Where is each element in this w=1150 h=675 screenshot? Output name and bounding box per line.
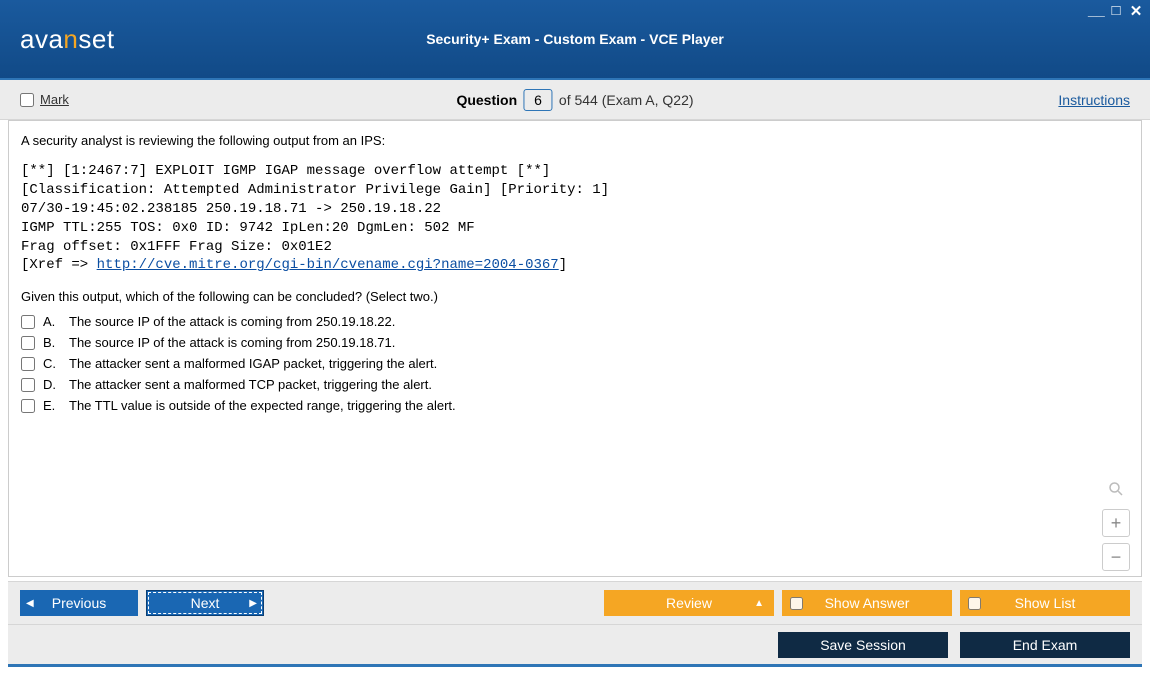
- zoom-in-button[interactable]: +: [1102, 509, 1130, 537]
- question-number: 6: [523, 89, 553, 111]
- option-checkbox[interactable]: [21, 399, 35, 413]
- zoom-search-icon[interactable]: [1102, 475, 1130, 503]
- nav-toolbar: ◀ Previous Next ▶ Review ▲ Show Answer S…: [8, 581, 1142, 625]
- question-label: Question: [456, 92, 517, 108]
- ips-line: [Classification: Attempted Administrator…: [21, 182, 609, 198]
- xref-suffix: ]: [559, 257, 567, 273]
- session-toolbar: Save Session End Exam: [8, 625, 1142, 667]
- review-button[interactable]: Review ▲: [604, 590, 774, 616]
- ips-line: [**] [1:2467:7] EXPLOIT IGMP IGAP messag…: [21, 163, 550, 179]
- option-letter: A.: [43, 314, 61, 329]
- option-letter: E.: [43, 398, 61, 413]
- mark-checkbox[interactable]: [20, 93, 34, 107]
- mark-label[interactable]: Mark: [40, 92, 69, 107]
- show-list-label: Show List: [1015, 595, 1076, 611]
- save-session-button[interactable]: Save Session: [778, 632, 948, 658]
- show-answer-button[interactable]: Show Answer: [782, 590, 952, 616]
- minimize-icon[interactable]: __: [1088, 2, 1104, 20]
- ips-line: Frag offset: 0x1FFF Frag Size: 0x01E2: [21, 239, 332, 255]
- maximize-icon[interactable]: □: [1108, 2, 1124, 20]
- option-checkbox[interactable]: [21, 315, 35, 329]
- title-bar: avanset Security+ Exam - Custom Exam - V…: [0, 0, 1150, 78]
- option-text: The source IP of the attack is coming fr…: [69, 314, 395, 329]
- question-header: Mark Question 6 of 544 (Exam A, Q22) Ins…: [0, 78, 1150, 120]
- question-follow: Given this output, which of the followin…: [21, 289, 1129, 304]
- instructions-link[interactable]: Instructions: [1058, 92, 1130, 108]
- xref-link[interactable]: http://cve.mitre.org/cgi-bin/cvename.cgi…: [97, 257, 559, 273]
- option-text: The source IP of the attack is coming fr…: [69, 335, 395, 350]
- review-label: Review: [666, 595, 712, 611]
- question-indicator: Question 6 of 544 (Exam A, Q22): [456, 89, 693, 111]
- option-letter: C.: [43, 356, 61, 371]
- logo-n: n: [63, 24, 78, 54]
- ips-line: 07/30-19:45:02.238185 250.19.18.71 -> 25…: [21, 201, 441, 217]
- option-checkbox[interactable]: [21, 357, 35, 371]
- logo-pre: ava: [20, 24, 63, 54]
- zoom-controls: + −: [1102, 475, 1130, 571]
- option-a[interactable]: A. The source IP of the attack is coming…: [21, 314, 1129, 329]
- option-c[interactable]: C. The attacker sent a malformed IGAP pa…: [21, 356, 1129, 371]
- option-d[interactable]: D. The attacker sent a malformed TCP pac…: [21, 377, 1129, 392]
- next-label: Next: [191, 595, 220, 611]
- question-stem: A security analyst is reviewing the foll…: [21, 133, 1129, 148]
- option-letter: B.: [43, 335, 61, 350]
- options-list: A. The source IP of the attack is coming…: [21, 314, 1129, 413]
- ips-line: IGMP TTL:255 TOS: 0x0 ID: 9742 IpLen:20 …: [21, 220, 475, 236]
- ips-output: [**] [1:2467:7] EXPLOIT IGMP IGAP messag…: [21, 162, 1129, 275]
- zoom-out-button[interactable]: −: [1102, 543, 1130, 571]
- window-controls: __ □ ✕: [1088, 2, 1144, 20]
- xref-prefix: [Xref =>: [21, 257, 97, 273]
- question-of: of 544 (Exam A, Q22): [559, 92, 694, 108]
- mark-checkbox-wrap[interactable]: Mark: [20, 92, 69, 107]
- show-list-checkbox[interactable]: [968, 597, 981, 610]
- show-list-button[interactable]: Show List: [960, 590, 1130, 616]
- end-exam-label: End Exam: [1013, 637, 1078, 653]
- option-letter: D.: [43, 377, 61, 392]
- chevron-right-icon: ▶: [249, 598, 257, 609]
- logo-post: set: [78, 24, 114, 54]
- show-answer-label: Show Answer: [825, 595, 910, 611]
- question-body: A security analyst is reviewing the foll…: [8, 120, 1142, 577]
- option-checkbox[interactable]: [21, 378, 35, 392]
- close-icon[interactable]: ✕: [1128, 2, 1144, 20]
- next-button[interactable]: Next ▶: [146, 590, 264, 616]
- option-text: The TTL value is outside of the expected…: [69, 398, 456, 413]
- option-checkbox[interactable]: [21, 336, 35, 350]
- save-session-label: Save Session: [820, 637, 906, 653]
- option-b[interactable]: B. The source IP of the attack is coming…: [21, 335, 1129, 350]
- option-text: The attacker sent a malformed IGAP packe…: [69, 356, 437, 371]
- previous-button[interactable]: ◀ Previous: [20, 590, 138, 616]
- window-title: Security+ Exam - Custom Exam - VCE Playe…: [426, 31, 724, 47]
- triangle-up-icon: ▲: [754, 598, 764, 609]
- previous-label: Previous: [52, 595, 106, 611]
- show-answer-checkbox[interactable]: [790, 597, 803, 610]
- option-text: The attacker sent a malformed TCP packet…: [69, 377, 432, 392]
- option-e[interactable]: E. The TTL value is outside of the expec…: [21, 398, 1129, 413]
- chevron-left-icon: ◀: [26, 598, 34, 609]
- end-exam-button[interactable]: End Exam: [960, 632, 1130, 658]
- app-logo: avanset: [20, 24, 115, 55]
